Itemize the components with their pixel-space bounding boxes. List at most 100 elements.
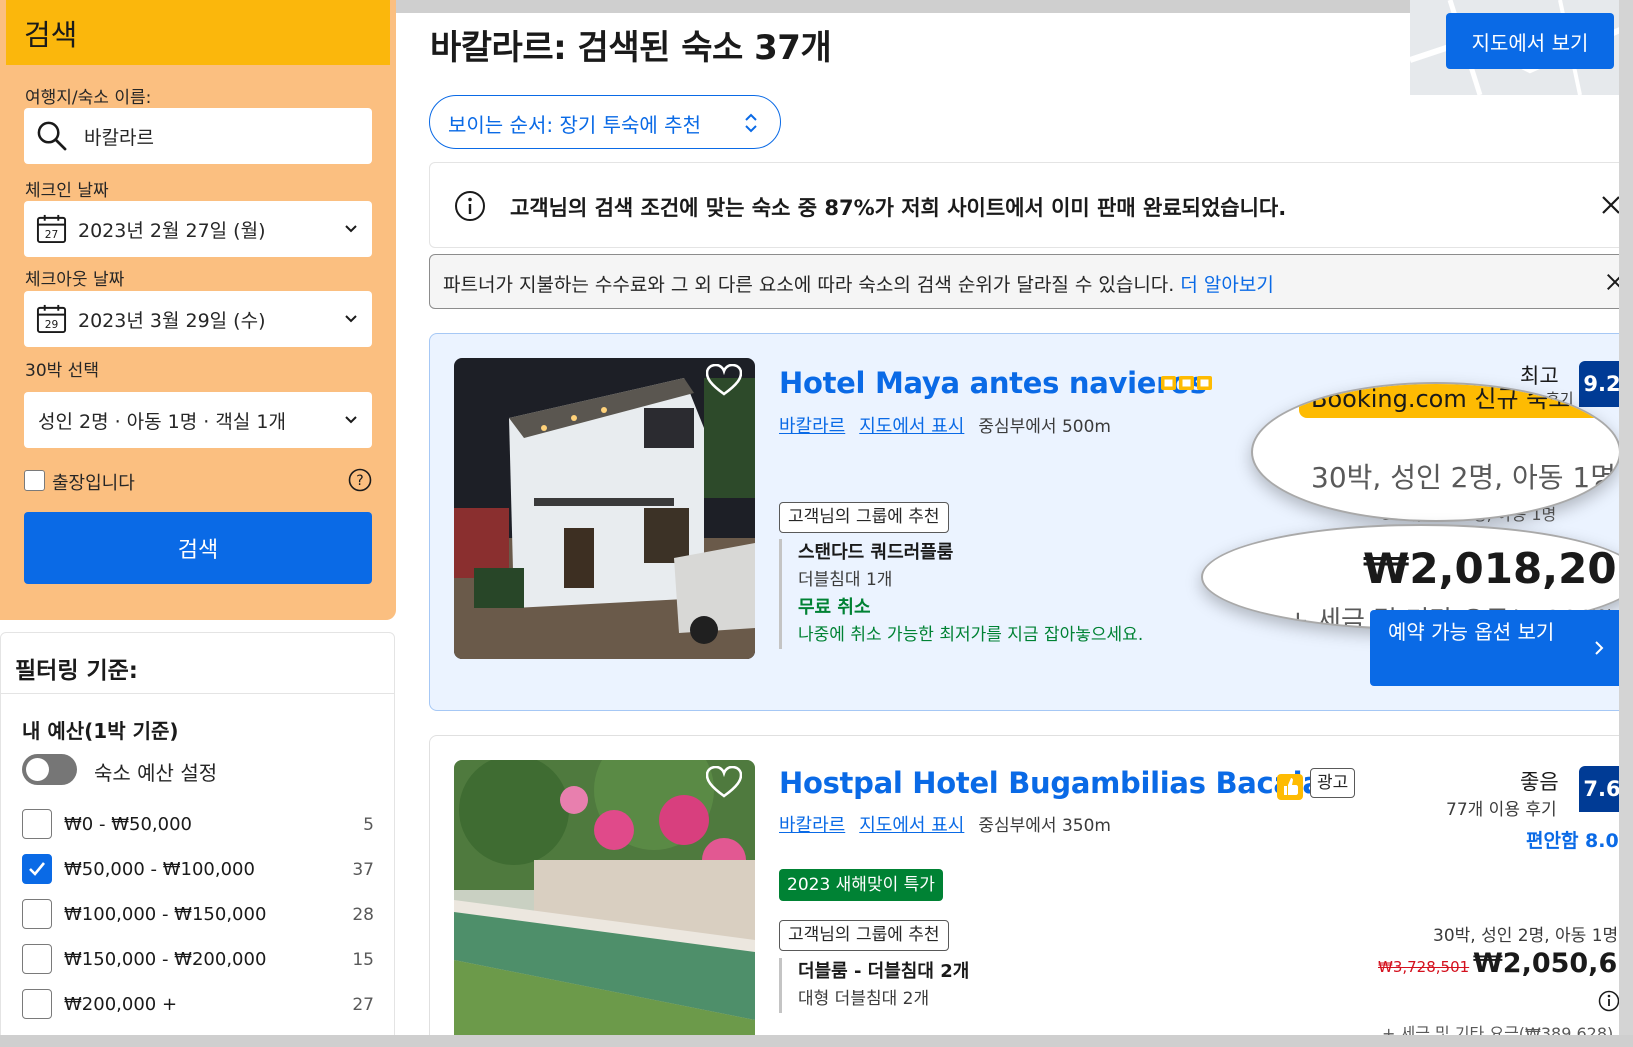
budget-checkbox[interactable]	[22, 899, 52, 929]
search-title: 검색	[24, 18, 78, 52]
svg-text:?: ?	[356, 473, 363, 489]
budget-title: 내 예산(1박 기준)	[22, 719, 179, 743]
thumbs-up-icon	[1277, 774, 1303, 800]
free-cancel: 무료 취소	[798, 597, 871, 618]
chevron-right-icon	[1595, 641, 1604, 655]
hotel-photo-image	[454, 358, 755, 659]
business-trip-checkbox[interactable]	[24, 470, 45, 491]
budget-range-row[interactable]: ₩100,000 - ₩150,000 28	[22, 899, 374, 931]
hotel-name[interactable]: Hostpal Hotel Bugambilias Bacalar	[779, 766, 1336, 800]
room-name: 더블룸 - 더블침대 2개	[798, 961, 970, 982]
location-row: 바칼라르 지도에서 표시 중심부에서 500m	[779, 412, 1111, 438]
budget-range-row[interactable]: ₩200,000 + 27	[22, 989, 374, 1021]
business-trip-label: 출장입니다	[52, 473, 135, 494]
heart-icon[interactable]	[706, 766, 742, 798]
chevron-down-icon	[345, 315, 357, 323]
room-info: 스탠다드 쿼드러플룸 더블침대 1개 무료 취소 나중에 취소 가능한 최저가를…	[779, 539, 1143, 649]
search-header: 검색	[6, 0, 390, 65]
hotel-photo-image	[454, 760, 755, 1047]
checkout-label: 체크아웃 날짜	[25, 270, 125, 290]
learn-more-link[interactable]: 더 알아보기	[1180, 274, 1273, 296]
divider	[1, 693, 394, 694]
heart-icon[interactable]	[706, 364, 742, 396]
filter-title: 필터링 기준:	[15, 658, 139, 684]
room-name: 스탠다드 쿼드러플룸	[798, 542, 954, 563]
nights-label: 30박 선택	[25, 361, 99, 381]
checkout-field[interactable]: 29 2023년 3월 29일 (수)	[24, 291, 372, 347]
hotel-photo[interactable]	[454, 760, 755, 1047]
budget-range-row[interactable]: ₩50,000 - ₩100,000 37	[22, 854, 374, 886]
help-icon[interactable]: ?	[348, 468, 372, 492]
sort-label: 보이는 순서: 장기 투숙에 추천	[448, 113, 701, 137]
sort-dropdown[interactable]: 보이는 순서: 장기 투숙에 추천	[429, 95, 781, 149]
see-availability-button[interactable]: 예약 가능 옵션 보기	[1370, 610, 1626, 686]
hotel-card: Hostpal Hotel Bugambilias Bacalar 광고 바칼라…	[429, 735, 1633, 1047]
budget-range-label: ₩200,000 +	[64, 994, 178, 1015]
budget-range-label: ₩0 - ₩50,000	[64, 814, 192, 835]
budget-checkbox[interactable]	[22, 989, 52, 1019]
score-word: 좋음	[1520, 770, 1559, 794]
search-panel: 검색 여행지/숙소 이름: 바칼라르 체크인 날짜 27 2023년 2월 27…	[0, 0, 396, 620]
distance: 중심부에서 500m	[978, 417, 1111, 437]
map-link[interactable]: 지도에서 표시	[859, 416, 964, 437]
calendar-icon: 27	[36, 214, 67, 244]
magnified-stay-info: Booking.com 신규 숙소 30박, 성인 2명, 아동 1명	[1251, 382, 1621, 522]
budget-checkbox[interactable]	[22, 809, 52, 839]
old-price: ₩3,728,501	[1378, 958, 1470, 976]
checkin-field[interactable]: 27 2023년 2월 27일 (월)	[24, 201, 372, 257]
scrollbar-track[interactable]	[1619, 0, 1633, 1047]
partner-text: 파트너가 지불하는 수수료와 그 외 다른 요소에 따라 숙소의 검색 순위가 …	[443, 274, 1175, 296]
budget-range-count: 27	[352, 995, 374, 1015]
map-link[interactable]: 지도에서 표시	[859, 815, 964, 836]
booking-results-page: 검색 여행지/숙소 이름: 바칼라르 체크인 날짜 27 2023년 2월 27…	[0, 0, 1633, 1047]
budget-range-count: 28	[352, 905, 374, 925]
checkin-day: 27	[45, 228, 59, 241]
group-tag: 고객님의 그룹에 추천	[779, 502, 949, 533]
location-link[interactable]: 바칼라르	[779, 416, 845, 437]
hotel-name[interactable]: Hotel Maya antes navieros	[779, 366, 1207, 400]
budget-range-row[interactable]: ₩150,000 - ₩200,000 15	[22, 944, 374, 976]
budget-range-label: ₩50,000 - ₩100,000	[64, 859, 255, 880]
group-tag: 고객님의 그룹에 추천	[779, 920, 949, 951]
search-icon	[37, 121, 67, 151]
destination-field[interactable]: 바칼라르	[24, 108, 372, 164]
checkin-value: 2023년 2월 27일 (월)	[78, 220, 266, 242]
chevron-down-icon	[345, 225, 357, 233]
room-bed: 더블침대 1개	[798, 570, 893, 590]
location-link[interactable]: 바칼라르	[779, 815, 845, 836]
destination-label: 여행지/숙소 이름:	[25, 88, 152, 108]
business-trip-row: 출장입니다 ?	[24, 468, 372, 494]
room-bed: 대형 더블침대 2개	[798, 989, 930, 1009]
budget-range-count: 15	[352, 950, 374, 970]
stay-info: 30박, 성인 2명, 아동 1명	[1433, 926, 1619, 946]
budget-checkbox[interactable]	[22, 944, 52, 974]
guests-field[interactable]: 성인 2명 · 아동 1명 · 객실 1개	[24, 392, 372, 448]
stay-info: 30박, 성인 2명, 아동 1명	[1311, 461, 1616, 494]
budget-toggle-label: 숙소 예산 설정	[94, 761, 218, 785]
distance: 중심부에서 350m	[978, 816, 1111, 836]
budget-toggle[interactable]	[22, 754, 77, 785]
checkout-day: 29	[45, 318, 59, 331]
checkin-label: 체크인 날짜	[25, 181, 109, 201]
show-on-map-button[interactable]: 지도에서 보기	[1446, 13, 1614, 69]
comfort-score: 편안함 8.0	[1526, 830, 1619, 852]
new-property-badge: Booking.com 신규 숙소	[1299, 384, 1619, 418]
rating-squares-icon	[1161, 376, 1212, 390]
deal-badge: 2023 새해맞이 특가	[779, 869, 943, 901]
budget-checkbox-checked[interactable]	[22, 854, 52, 884]
review-count: 77개 이용 후기	[1446, 800, 1557, 820]
search-button[interactable]: 검색	[24, 512, 372, 584]
checkmark-icon	[29, 862, 46, 876]
cancel-note: 나중에 취소 가능한 최저가를 지금 잡아놓으세요.	[798, 625, 1144, 645]
filter-panel: 필터링 기준: 내 예산(1박 기준) 숙소 예산 설정 ₩0 - ₩50,00…	[0, 632, 395, 1047]
see-availability-label: 예약 가능 옵션 보기	[1388, 620, 1555, 644]
chevron-down-icon	[345, 416, 357, 424]
info-icon	[455, 191, 485, 221]
info-icon[interactable]	[1598, 990, 1620, 1012]
hotel-photo[interactable]	[454, 358, 755, 659]
ad-badge: 광고	[1310, 768, 1356, 798]
soldout-message: 고객님의 검색 조건에 맞는 숙소 중 87%가 저희 사이트에서 이미 판매 …	[510, 196, 1287, 220]
budget-range-row[interactable]: ₩0 - ₩50,000 5	[22, 809, 374, 841]
guests-value: 성인 2명 · 아동 1명 · 객실 1개	[38, 411, 286, 433]
budget-range-label: ₩100,000 - ₩150,000	[64, 904, 267, 925]
